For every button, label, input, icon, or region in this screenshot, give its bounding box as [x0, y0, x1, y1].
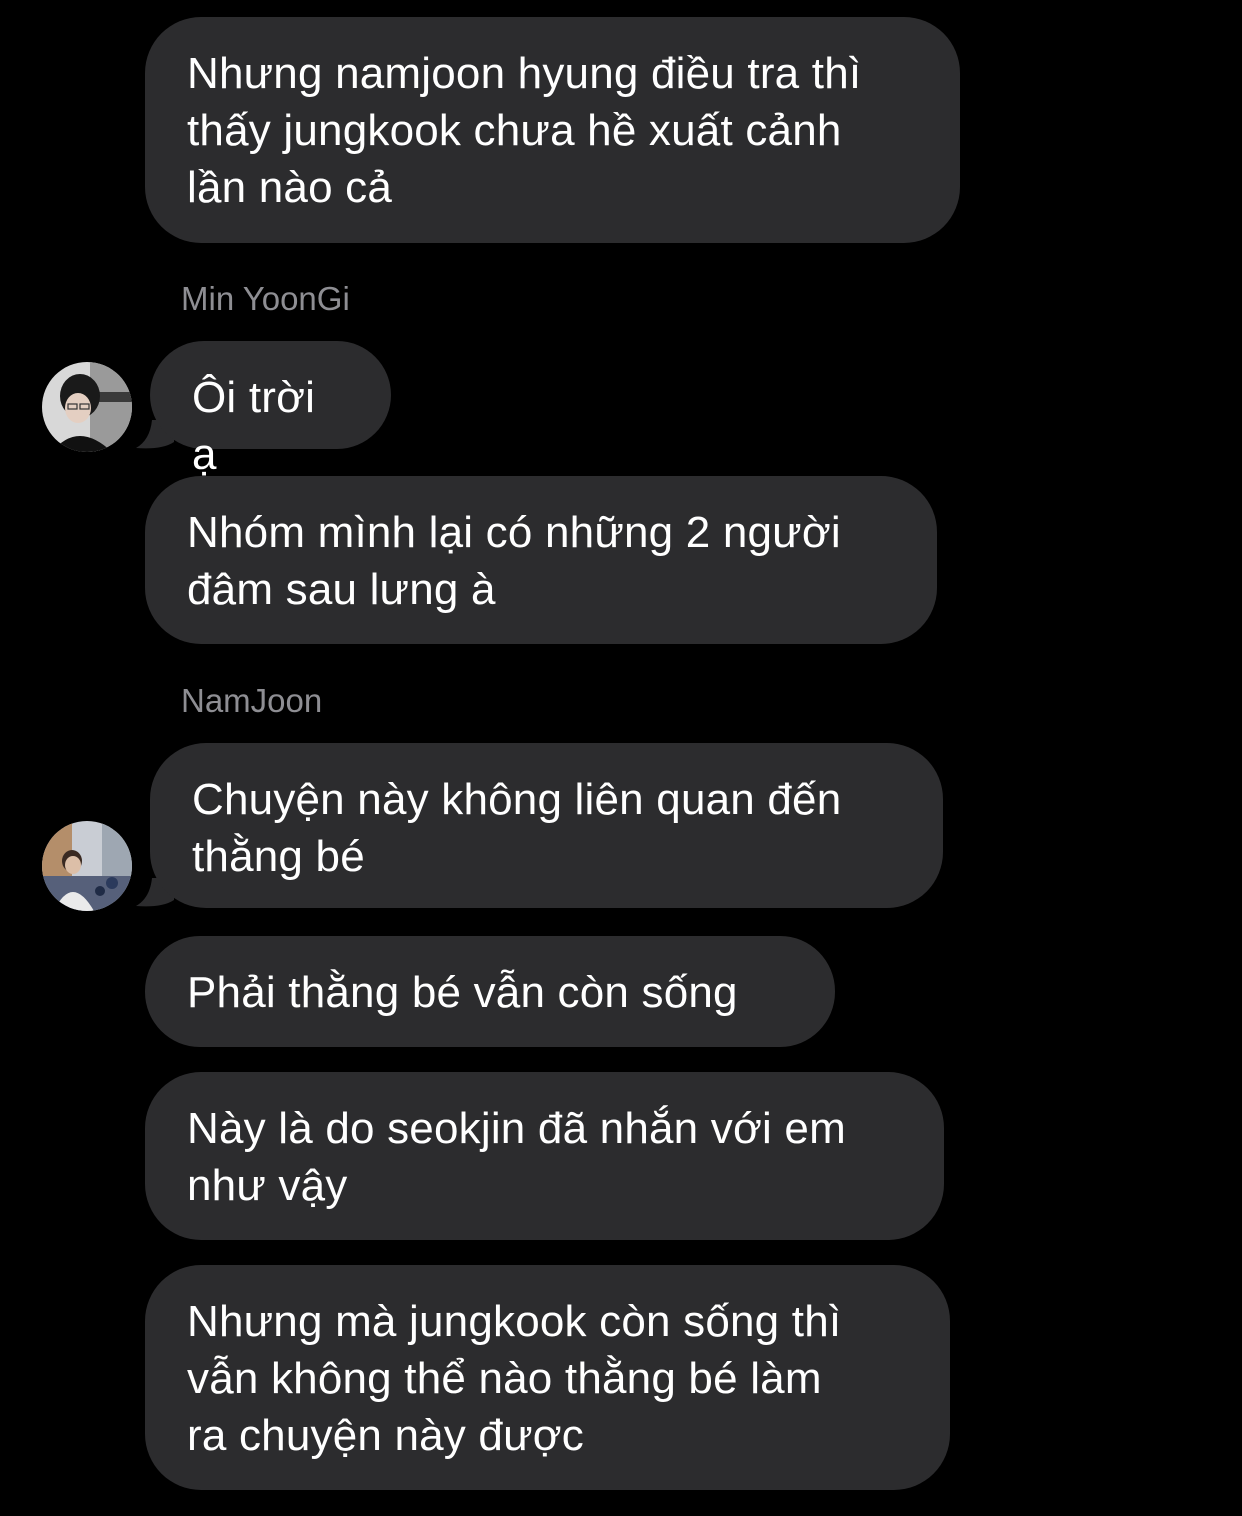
sender-name: Min YoonGi — [181, 280, 350, 317]
message-bubble[interactable]: Ôi trời ạ — [150, 341, 391, 479]
sender-name: NamJoon — [181, 682, 323, 719]
namjoon-avatar[interactable] — [42, 821, 132, 911]
message-bubble[interactable]: Này là do seokjin đã nhắn với em như vậy — [145, 1072, 944, 1240]
message-bubble[interactable]: Chuyện này không liên quan đến thằng bé — [150, 743, 943, 908]
message-bubble[interactable]: Nhưng mà jungkook còn sống thì vẫn không… — [145, 1265, 950, 1490]
yoongi-avatar[interactable] — [42, 362, 132, 452]
message-bubble[interactable]: Phải thằng bé vẫn còn sống — [145, 936, 835, 1047]
message-bubble[interactable]: Nhóm mình lại có những 2 người đâm sau l… — [145, 476, 937, 644]
message-bubble[interactable]: Nhưng namjoon hyung điều tra thì thấy ju… — [145, 17, 960, 243]
